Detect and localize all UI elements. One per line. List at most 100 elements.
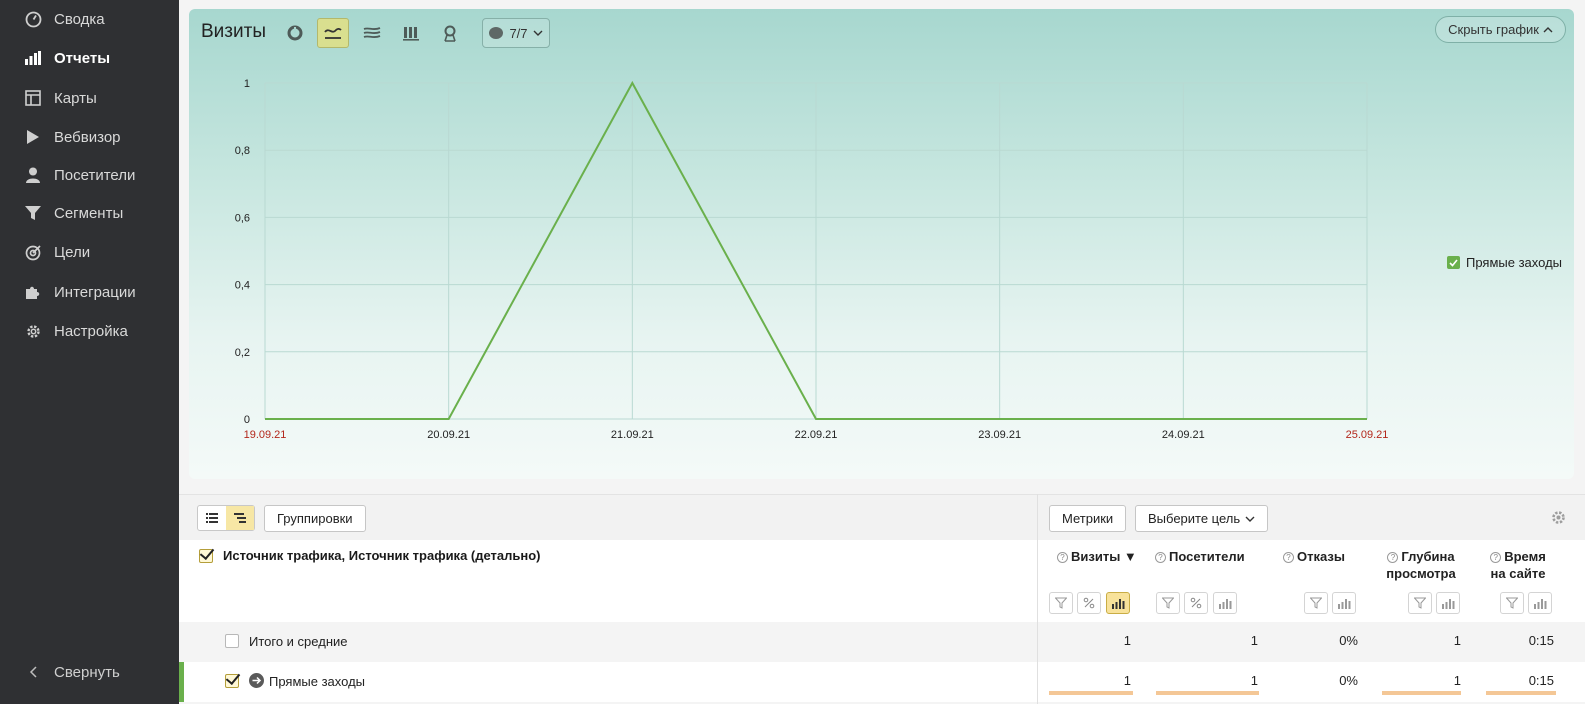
chart-type-bar-button[interactable] [395, 18, 427, 48]
goal-select[interactable]: Выберите цель [1135, 505, 1269, 532]
target-icon [24, 243, 42, 261]
help-icon[interactable]: ? [1057, 552, 1068, 563]
row-label: Прямые заходы [269, 674, 366, 689]
y-tick-label: 0,6 [235, 212, 250, 224]
filter-icon [1055, 597, 1067, 609]
sidebar-item-label: Отчеты [54, 49, 111, 67]
x-tick-label: 20.09.21 [427, 429, 470, 441]
chevron-down-icon [533, 30, 543, 36]
total-row-checkbox[interactable] [225, 634, 239, 648]
x-tick-label: 22.09.21 [795, 429, 838, 441]
pie-chart-icon [287, 25, 303, 41]
row-checkbox[interactable] [225, 674, 239, 688]
bar-chart-icon [403, 26, 419, 41]
map-icon [24, 89, 42, 107]
visits-chart-button[interactable] [1106, 592, 1130, 614]
time-filter-button[interactable] [1500, 592, 1524, 614]
sidebar-item-label: Посетители [54, 166, 136, 184]
column-header-visits[interactable]: ? Визиты ▼ [1057, 548, 1137, 565]
depth-chart-button[interactable] [1436, 592, 1460, 614]
visitors-percent-button[interactable] [1184, 592, 1208, 614]
table-settings-gear-icon[interactable] [1550, 509, 1567, 531]
time-chart-button[interactable] [1528, 592, 1552, 614]
groupings-button[interactable]: Группировки [264, 505, 366, 532]
map-pin-icon [444, 25, 456, 42]
visits-filter-button[interactable] [1049, 592, 1073, 614]
sidebar-item-settings[interactable]: Настройка [24, 319, 128, 343]
y-tick-label: 0,8 [235, 145, 250, 157]
y-tick-label: 1 [244, 78, 250, 90]
dimension-header: Источник трафика, Источник трафика (дета… [199, 548, 541, 563]
direct-traffic-icon [249, 673, 264, 688]
comment-icon [489, 27, 504, 39]
tree-view-button[interactable] [226, 506, 254, 530]
sidebar-item-label: Настройка [54, 322, 128, 340]
table-row[interactable]: Прямые заходы 1 1 0% 1 0:15 [179, 662, 1585, 702]
column-label: Посетители [1169, 549, 1245, 564]
sidebar-item-label: Цели [54, 243, 91, 261]
list-view-button[interactable] [198, 506, 226, 530]
filter-icon [1162, 597, 1174, 609]
check-icon [1449, 258, 1458, 267]
row-bounces: 0% [1339, 673, 1358, 688]
sidebar-item-label: Карты [54, 89, 97, 107]
filter-icon [24, 204, 42, 222]
sidebar-item-segments[interactable]: Сегменты [24, 201, 123, 225]
total-visitors: 1 [1250, 633, 1258, 648]
column-divider [1037, 494, 1038, 704]
chart-legend[interactable]: Прямые заходы [1446, 255, 1562, 270]
column-header-depth[interactable]: ? Глубина просмотра [1381, 548, 1461, 582]
column-header-bounces[interactable]: ? Отказы [1283, 548, 1345, 565]
depth-share-bar [1382, 691, 1461, 695]
help-icon[interactable]: ? [1155, 552, 1166, 563]
sidebar-item-webvisor[interactable]: Вебвизор [24, 125, 121, 149]
help-icon[interactable]: ? [1490, 552, 1502, 563]
column-label: Отказы [1297, 549, 1345, 564]
x-tick-label: 19.09.21 [244, 429, 287, 441]
sidebar-item-maps[interactable]: Карты [24, 86, 97, 110]
sidebar: Сводка Отчеты Карты Вебвизор Посетители … [0, 0, 179, 704]
sidebar-item-goals[interactable]: Цели [24, 240, 90, 264]
goal-select-label: Выберите цель [1148, 511, 1241, 526]
metrics-button[interactable]: Метрики [1049, 505, 1127, 532]
percent-icon [1190, 597, 1202, 609]
chevron-left-icon [24, 663, 42, 681]
segments-count: 7/7 [509, 25, 528, 41]
x-tick-label: 23.09.21 [978, 429, 1021, 441]
y-tick-label: 0 [244, 414, 250, 426]
sidebar-item-visitors[interactable]: Посетители [24, 163, 135, 187]
visits-percent-button[interactable] [1077, 592, 1101, 614]
help-icon[interactable]: ? [1387, 552, 1399, 563]
visitors-chart-button[interactable] [1213, 592, 1237, 614]
depth-filter-button[interactable] [1408, 592, 1432, 614]
bounces-chart-button[interactable] [1332, 592, 1356, 614]
visitors-filter-button[interactable] [1156, 592, 1180, 614]
sidebar-item-reports[interactable]: Отчеты [24, 46, 110, 70]
bar-chart-icon [1441, 598, 1454, 609]
dimension-checkbox[interactable] [199, 548, 213, 563]
chart-type-area-button[interactable] [356, 18, 388, 48]
column-header-visitors[interactable]: ? Посетители [1155, 548, 1245, 565]
chart-type-pie-button[interactable] [279, 18, 311, 48]
sidebar-item-label: Сводка [54, 10, 105, 28]
legend-checkbox[interactable] [1446, 256, 1460, 269]
help-icon[interactable]: ? [1283, 552, 1294, 563]
hide-chart-button[interactable]: Скрыть график [1435, 16, 1566, 43]
bounces-filter-button[interactable] [1304, 592, 1328, 614]
chart-type-line-button[interactable] [317, 18, 349, 48]
dashboard-icon [24, 10, 42, 28]
filter-icon [1310, 597, 1322, 609]
total-time: 0:15 [1528, 633, 1554, 648]
gear-icon [24, 322, 42, 340]
segments-dropdown[interactable]: 7/7 [482, 18, 550, 48]
column-header-time[interactable]: ? Время на сайте [1485, 548, 1551, 582]
line-chart: 0 0,2 0,4 0,6 0,8 1 19.09.21 20.09.21 21.09.21 22… [235, 78, 1389, 441]
sidebar-item-dashboard[interactable]: Сводка [24, 7, 105, 31]
collapse-sidebar-button[interactable]: Свернуть [24, 660, 120, 684]
chart-type-map-button[interactable] [434, 18, 466, 48]
time-share-bar [1486, 691, 1556, 695]
play-icon [24, 128, 42, 146]
column-label: Визиты ▼ [1071, 549, 1137, 564]
sidebar-item-integrations[interactable]: Интеграции [24, 280, 136, 304]
x-tick-label: 24.09.21 [1162, 429, 1205, 441]
